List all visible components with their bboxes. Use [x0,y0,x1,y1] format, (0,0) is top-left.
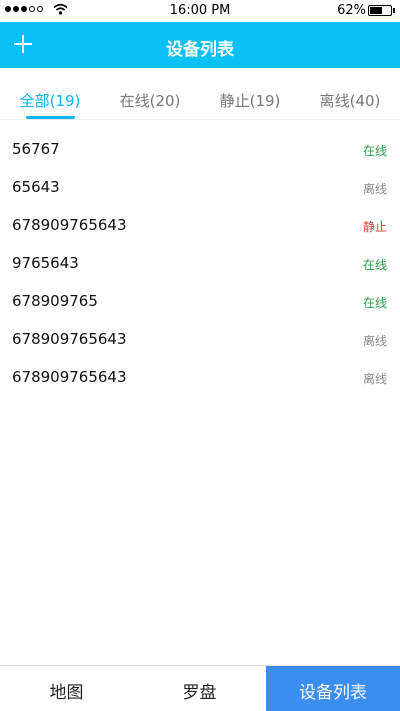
device-status: 在线 [362,258,387,272]
device-id: 9765643 [12,254,79,272]
device-row[interactable]: 678909765643 静止 [0,207,400,245]
device-id: 678909765 [12,292,98,310]
nav-compass[interactable]: 罗盘 [133,666,266,711]
device-row[interactable]: 678909765643 离线 [0,321,400,359]
device-id: 56767 [12,140,60,158]
active-tab-indicator [26,116,75,119]
device-row[interactable]: 678909765 在线 [0,283,400,321]
device-status: 离线 [362,334,387,348]
tab-static[interactable]: 静止(19) [200,80,300,120]
device-status: 离线 [362,372,387,386]
device-status: 静止 [362,220,387,234]
battery-tip [393,8,395,13]
app-header: 设备列表 [0,22,400,68]
tab-all[interactable]: 全部(19) [0,80,100,120]
status-bar: 16:00 PM 62% [0,0,400,22]
tab-offline[interactable]: 离线(40) [300,80,400,120]
device-id: 678909765643 [12,368,127,386]
device-id: 678909765643 [12,330,127,348]
device-row[interactable]: 9765643 在线 [0,245,400,283]
status-filter-tabs: 全部(19) 在线(20) 静止(19) 离线(40) [0,80,400,120]
device-list: 56767 在线 65643 离线 678909765643 静止 976564… [0,131,400,397]
device-status: 在线 [362,296,387,310]
device-id: 65643 [12,178,60,196]
device-status: 离线 [362,182,387,196]
tab-online[interactable]: 在线(20) [100,80,200,120]
battery-percent: 62% [337,3,366,18]
device-status: 在线 [362,144,387,158]
device-id: 678909765643 [12,216,127,234]
device-row[interactable]: 65643 离线 [0,169,400,207]
nav-map[interactable]: 地图 [0,666,133,711]
nav-device-list[interactable]: 设备列表 [266,666,400,711]
battery-icon [368,5,392,16]
device-row[interactable]: 56767 在线 [0,131,400,169]
page-title: 设备列表 [166,40,234,60]
device-row[interactable]: 678909765643 离线 [0,359,400,397]
bottom-nav: 地图 罗盘 设备列表 [0,665,400,711]
